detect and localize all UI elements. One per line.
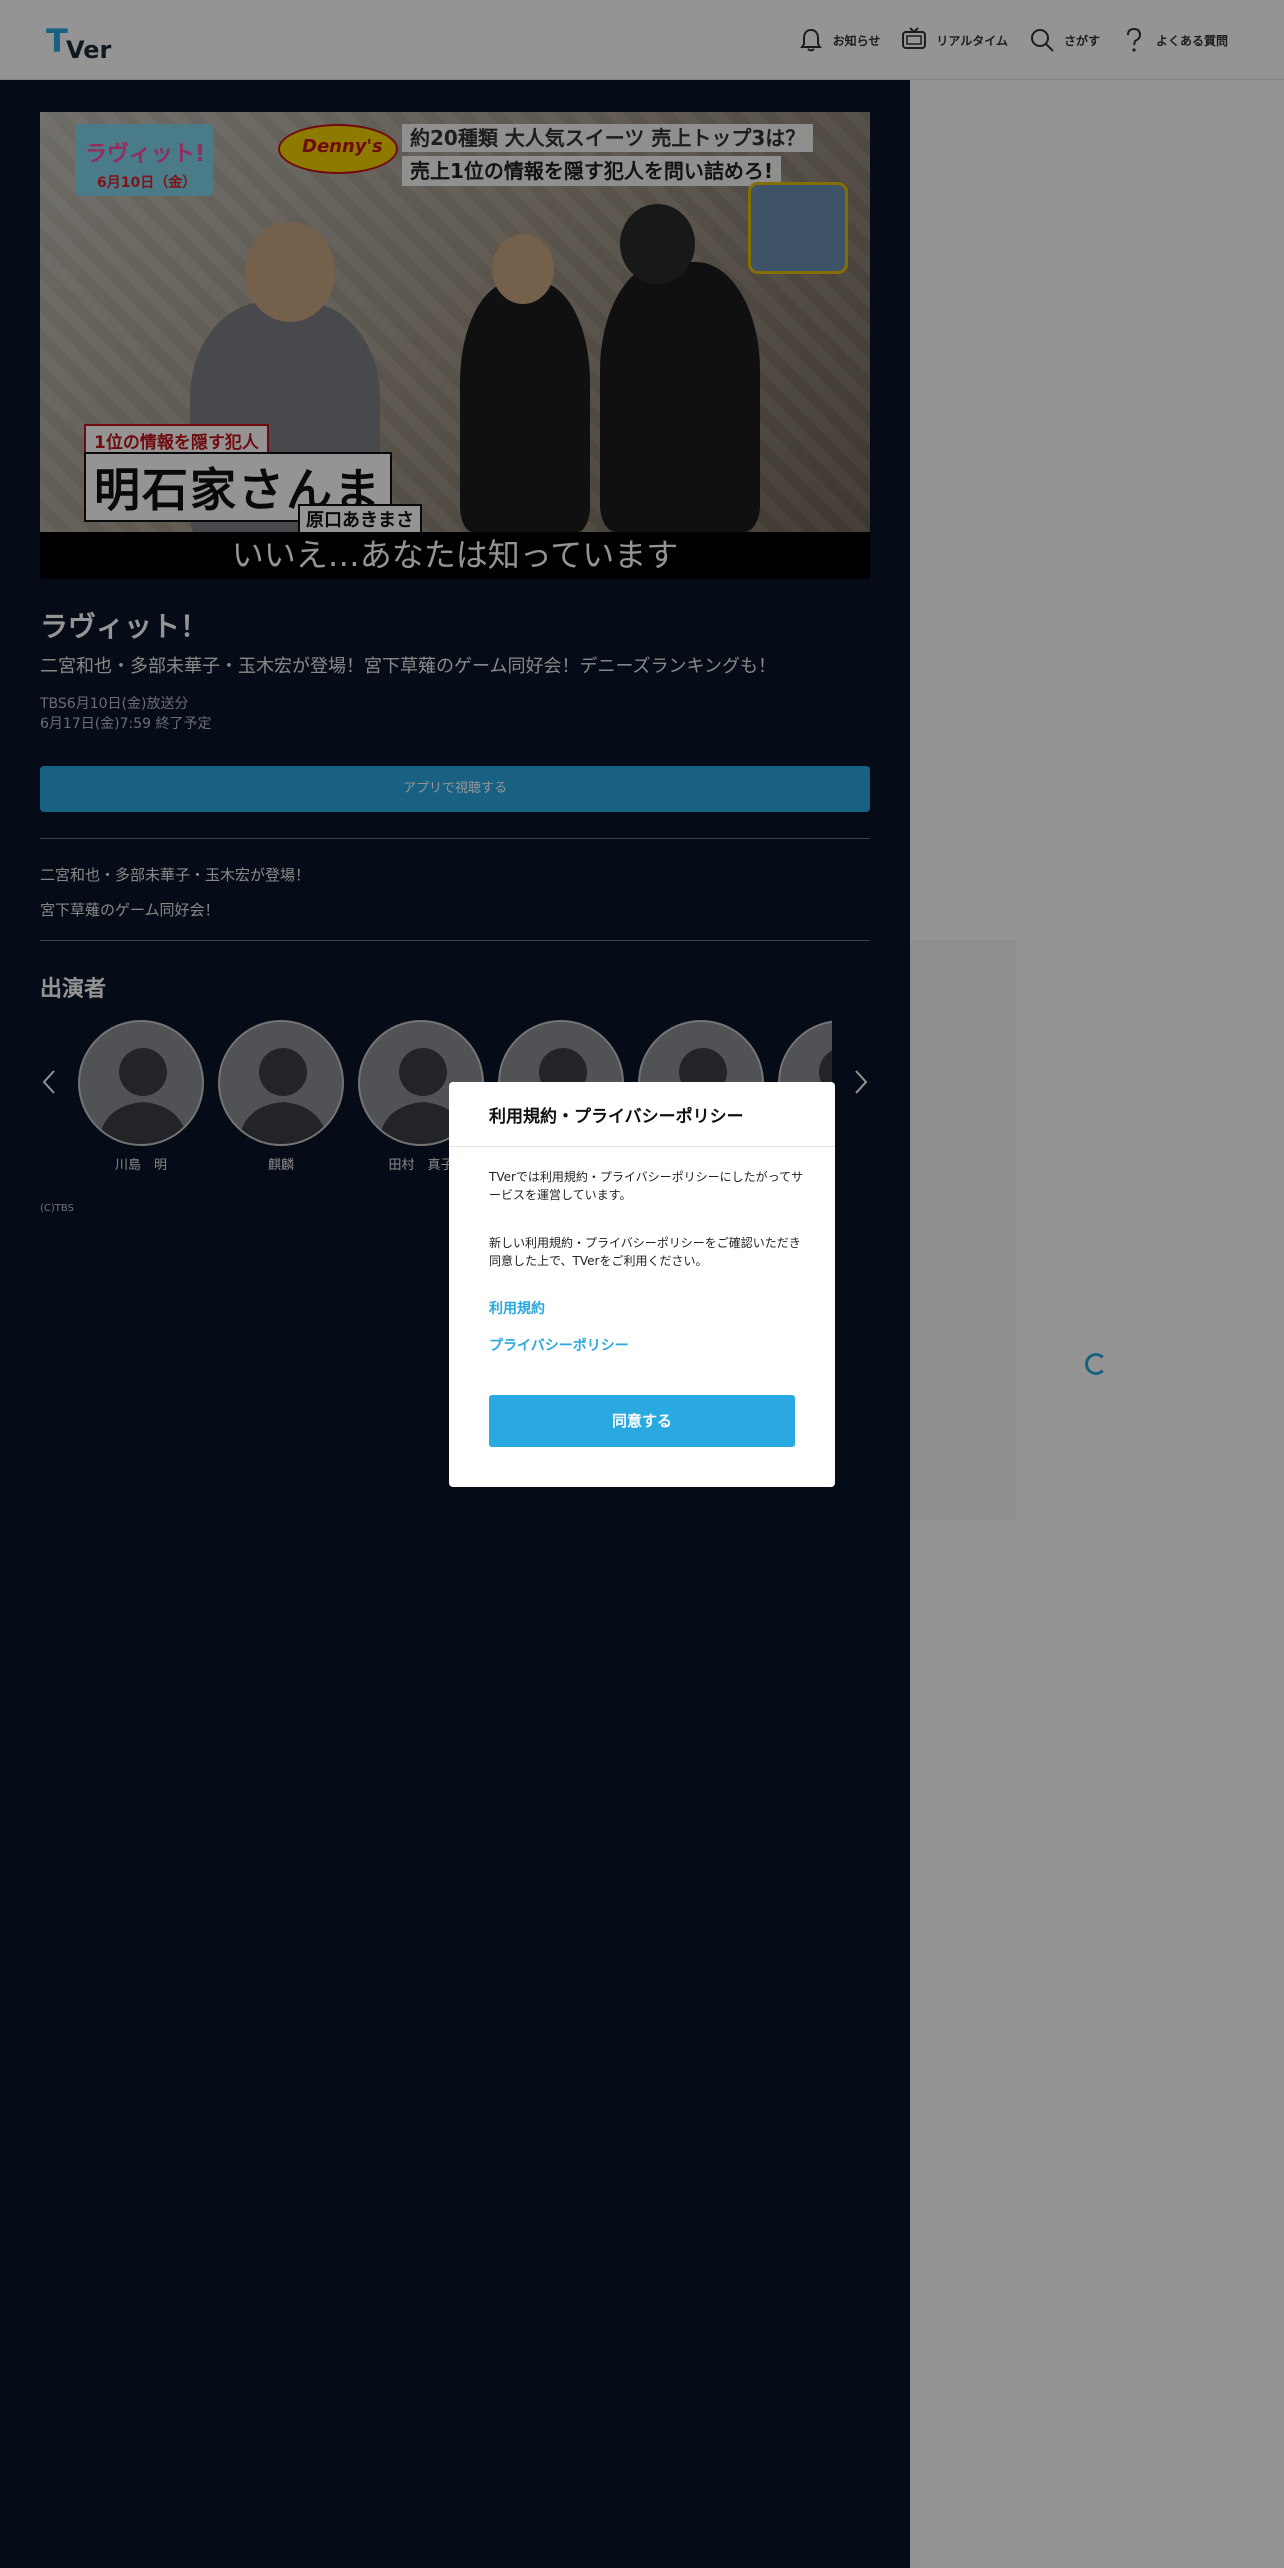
modal-title: 利用規約・プライバシーポリシー (489, 1107, 744, 1127)
modal-text: TVerでは利用規約・プライバシーポリシーにしたがってサービスを運営しています。 (489, 1170, 804, 1202)
terms-modal: 利用規約・プライバシーポリシー TVerでは利用規約・プライバシーポリシーにした… (449, 1082, 835, 1487)
modal-divider (449, 1146, 835, 1147)
agree-button[interactable]: 同意する (489, 1395, 795, 1447)
modal-text: 新しい利用規約・プライバシーポリシーをご確認いただき同意した上で、TVerをご利… (489, 1236, 801, 1268)
privacy-policy-link[interactable]: プライバシーポリシー (489, 1335, 629, 1355)
terms-link[interactable]: 利用規約 (489, 1298, 545, 1318)
